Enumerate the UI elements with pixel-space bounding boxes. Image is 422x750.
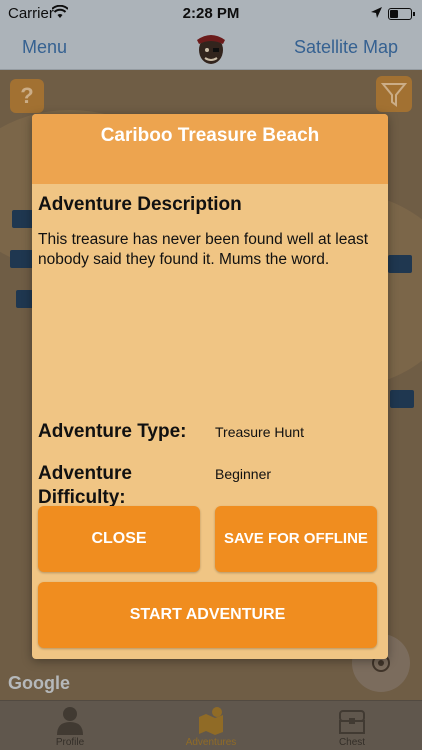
dialog-body: Adventure Description This treasure has … bbox=[38, 192, 382, 508]
adventure-type-value: Treasure Hunt bbox=[215, 424, 304, 440]
description-text: This treasure has never been found well … bbox=[38, 231, 368, 268]
adventure-type-label: Adventure Type: bbox=[38, 421, 187, 442]
start-adventure-button[interactable]: START ADVENTURE bbox=[38, 582, 377, 648]
adventure-difficulty-value: Beginner bbox=[215, 466, 272, 482]
dialog-header: Cariboo Treasure Beach bbox=[32, 114, 388, 184]
description-heading: Adventure Description bbox=[38, 194, 242, 215]
close-button[interactable]: CLOSE bbox=[38, 506, 200, 572]
adventure-difficulty-label: Adventure Difficulty: bbox=[38, 463, 132, 508]
dialog-title: Cariboo Treasure Beach bbox=[100, 125, 320, 146]
adventure-details-dialog: Cariboo Treasure Beach Adventure Descrip… bbox=[32, 114, 388, 659]
save-for-offline-button[interactable]: SAVE FOR OFFLINE bbox=[215, 506, 377, 572]
